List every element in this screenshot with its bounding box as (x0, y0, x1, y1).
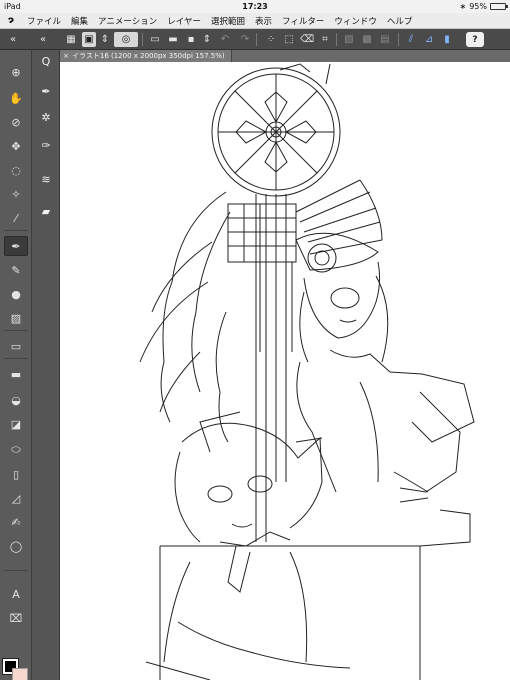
sub-tool-palette: Q ✒ ✲ ✑ ≋ ▰ (32, 50, 60, 680)
bluetooth-icon: ∗ (459, 2, 467, 11)
frame-tool-icon[interactable]: ▯ (4, 464, 28, 484)
canvas-tab-title: イラスト16 (1200 x 2000px 350dpi 157.5%) (72, 52, 225, 60)
palette-divider (4, 330, 28, 331)
palette-divider (4, 358, 28, 359)
drawing-paper[interactable] (60, 62, 510, 680)
scale-icon[interactable]: ⬚ (282, 32, 296, 47)
menu-selection[interactable]: 選択範囲 (206, 15, 250, 27)
toolbar-divider (336, 33, 337, 46)
menu-edit[interactable]: 編集 (66, 15, 93, 27)
grid-snap-icon[interactable]: ▮ (440, 32, 454, 47)
open-file-icon[interactable]: ▬ (166, 32, 180, 47)
pen-tool-icon[interactable]: ✒ (4, 236, 28, 256)
battery-icon (490, 3, 508, 10)
line-art-illustration (139, 63, 475, 680)
command-bar: « « ▦ ▣ ⇕ ◎ ▭ ▬ ▪ ⇕ ↶ ↷ ⁘ ⬚ ⌫ ⌗ ▨ ▩ ▤ ⫽ … (0, 29, 510, 50)
redo-icon[interactable]: ↷ (238, 32, 252, 47)
flowing-hair (139, 191, 231, 443)
ruler-tool-icon[interactable]: ◿ (4, 488, 28, 508)
battery-percent: 95% (469, 2, 487, 11)
lower-character (145, 422, 351, 680)
save-icon[interactable]: ▪ (184, 32, 198, 47)
ios-status-bar: iPad 17:23 ∗ 95% (0, 0, 510, 13)
eraser-tool-icon[interactable]: ▭ (4, 336, 28, 356)
gradient-tool-icon[interactable]: ◪ (4, 414, 28, 434)
clip-studio-icon[interactable]: ◎ (114, 32, 138, 47)
transform-icon[interactable]: ⁘ (264, 32, 278, 47)
lasso-tool-icon[interactable]: ◌ (4, 160, 28, 180)
menu-filter[interactable]: フィルター (277, 15, 329, 27)
canvas-tab-bar: × イラスト16 (1200 x 2000px 350dpi 157.5%) (60, 50, 510, 62)
canvas-area[interactable] (60, 62, 510, 680)
canvas-tab[interactable]: × イラスト16 (1200 x 2000px 350dpi 157.5%) (60, 50, 232, 62)
hand-tool-icon[interactable]: ✋ (4, 88, 28, 108)
menu-window[interactable]: ウィンドウ (329, 15, 382, 27)
lantern-pole (227, 194, 297, 542)
decorative-wheel (211, 63, 341, 197)
deselect-icon[interactable]: ▨ (342, 32, 356, 47)
knee-outline (419, 509, 471, 547)
gallery-icon[interactable]: ▣ (82, 32, 96, 47)
new-file-icon[interactable]: ▭ (148, 32, 162, 47)
figure-tool-icon[interactable]: ⬭ (4, 440, 28, 460)
toolbar-divider (142, 33, 143, 46)
brush-tool-icon[interactable]: ● (4, 284, 28, 304)
menu-animation[interactable]: アニメーション (93, 15, 162, 27)
status-right: ∗ 95% (459, 2, 508, 11)
correction-tool-icon[interactable]: ⌧ (4, 608, 28, 628)
zoom-tool-icon[interactable]: ⊕ (4, 62, 28, 82)
collapse-palette-icon[interactable]: « (36, 32, 50, 47)
crop-icon[interactable]: ⌗ (318, 32, 332, 47)
erase-icon[interactable]: ⌫ (300, 32, 314, 47)
sub-tool-stroke-icon[interactable]: ≋ (35, 168, 57, 190)
undo-icon[interactable]: ↶ (218, 32, 232, 47)
operation-tool-icon[interactable]: ✍ (4, 512, 28, 532)
eyedropper-tool-icon[interactable]: ⁄ (4, 208, 28, 228)
tool-palette: ⊕ ✋ ⊘ ✥ ◌ ✧ ⁄ ✒ ✎ ● ▨ ▭ ▬ ◒ ◪ ⬭ ▯ ◿ ✍ ◯ … (0, 50, 32, 680)
auto-select-tool-icon[interactable]: ✧ (4, 184, 28, 204)
ruler-snap-icon[interactable]: ⫽ (404, 32, 418, 47)
scroll-updown-icon[interactable]: ⇕ (98, 32, 112, 47)
airbrush-tool-icon[interactable]: ▨ (4, 308, 28, 328)
sub-tool-folder-icon[interactable]: ▰ (35, 200, 57, 222)
grid-menu-icon[interactable]: ▦ (64, 32, 78, 47)
menu-view[interactable]: 表示 (250, 15, 277, 27)
upper-character (296, 261, 475, 503)
toolbar-divider (256, 33, 257, 46)
sub-tool-menu-icon[interactable]: Q (35, 50, 57, 72)
select-all-icon[interactable]: ▤ (378, 32, 392, 47)
fill-tool-icon[interactable]: ◒ (4, 390, 28, 410)
hat (295, 232, 379, 271)
arrange-updown-icon[interactable]: ⇕ (200, 32, 214, 47)
palette-divider (4, 570, 28, 571)
blend-tool-icon[interactable]: ▬ (4, 364, 28, 384)
menu-layer[interactable]: レイヤー (162, 15, 206, 27)
sub-tool-brush-icon[interactable]: ✑ (35, 134, 57, 156)
text-tool[interactable]: A (4, 584, 28, 604)
pencil-tool-icon[interactable]: ✎ (4, 260, 28, 280)
collapse-left-icon[interactable]: « (6, 32, 20, 47)
move-layer-tool-icon[interactable]: ✥ (4, 136, 28, 156)
sub-tool-pen-icon[interactable]: ✒ (35, 80, 57, 102)
menu-bar: ɂ ファイル 編集 アニメーション レイヤー 選択範囲 表示 フィルター ウィン… (0, 13, 510, 29)
invert-selection-icon[interactable]: ▩ (360, 32, 374, 47)
menu-file[interactable]: ファイル (22, 15, 66, 27)
clip-studio-logo-icon[interactable]: ɂ (0, 15, 22, 26)
help-button[interactable]: ? (466, 32, 484, 47)
balloon-tool-icon[interactable]: ◯ (4, 536, 28, 556)
tab-close-icon[interactable]: × (63, 50, 69, 62)
app-window: iPad 17:23 ∗ 95% ɂ ファイル 編集 アニメーション レイヤー … (0, 0, 510, 680)
clock-time: 17:23 (242, 2, 268, 11)
magnifier-tool-icon[interactable]: ⊘ (4, 112, 28, 132)
box-outline (159, 545, 421, 680)
palette-divider (4, 230, 28, 231)
menu-help[interactable]: ヘルプ (382, 15, 418, 27)
sub-tool-settings-icon[interactable]: ✲ (35, 106, 57, 128)
special-ruler-snap-icon[interactable]: ⊿ (422, 32, 436, 47)
toolbar-divider (398, 33, 399, 46)
sub-color-swatch[interactable] (12, 668, 28, 680)
